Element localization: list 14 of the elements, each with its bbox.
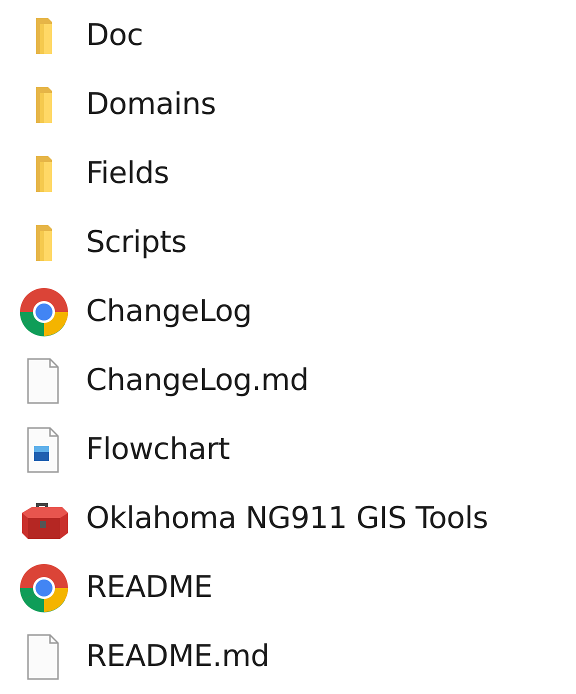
file-name[interactable]: ChangeLog: [86, 289, 252, 334]
file-name[interactable]: README: [86, 565, 212, 610]
file-name[interactable]: Fields: [86, 151, 170, 196]
folder-icon: [35, 16, 53, 54]
file-name[interactable]: README.md: [86, 634, 270, 679]
file-name[interactable]: Domains: [86, 82, 216, 127]
file-name[interactable]: Doc: [86, 13, 144, 58]
file-name[interactable]: Flowchart: [86, 427, 230, 472]
folder-icon: [35, 86, 53, 124]
folder-icon: [35, 224, 53, 262]
file-name[interactable]: Scripts: [86, 220, 187, 265]
folder-icon: [35, 154, 53, 192]
file-name[interactable]: Oklahoma NG911 GIS Tools: [86, 496, 488, 541]
file-name[interactable]: ChangeLog.md: [86, 358, 309, 403]
